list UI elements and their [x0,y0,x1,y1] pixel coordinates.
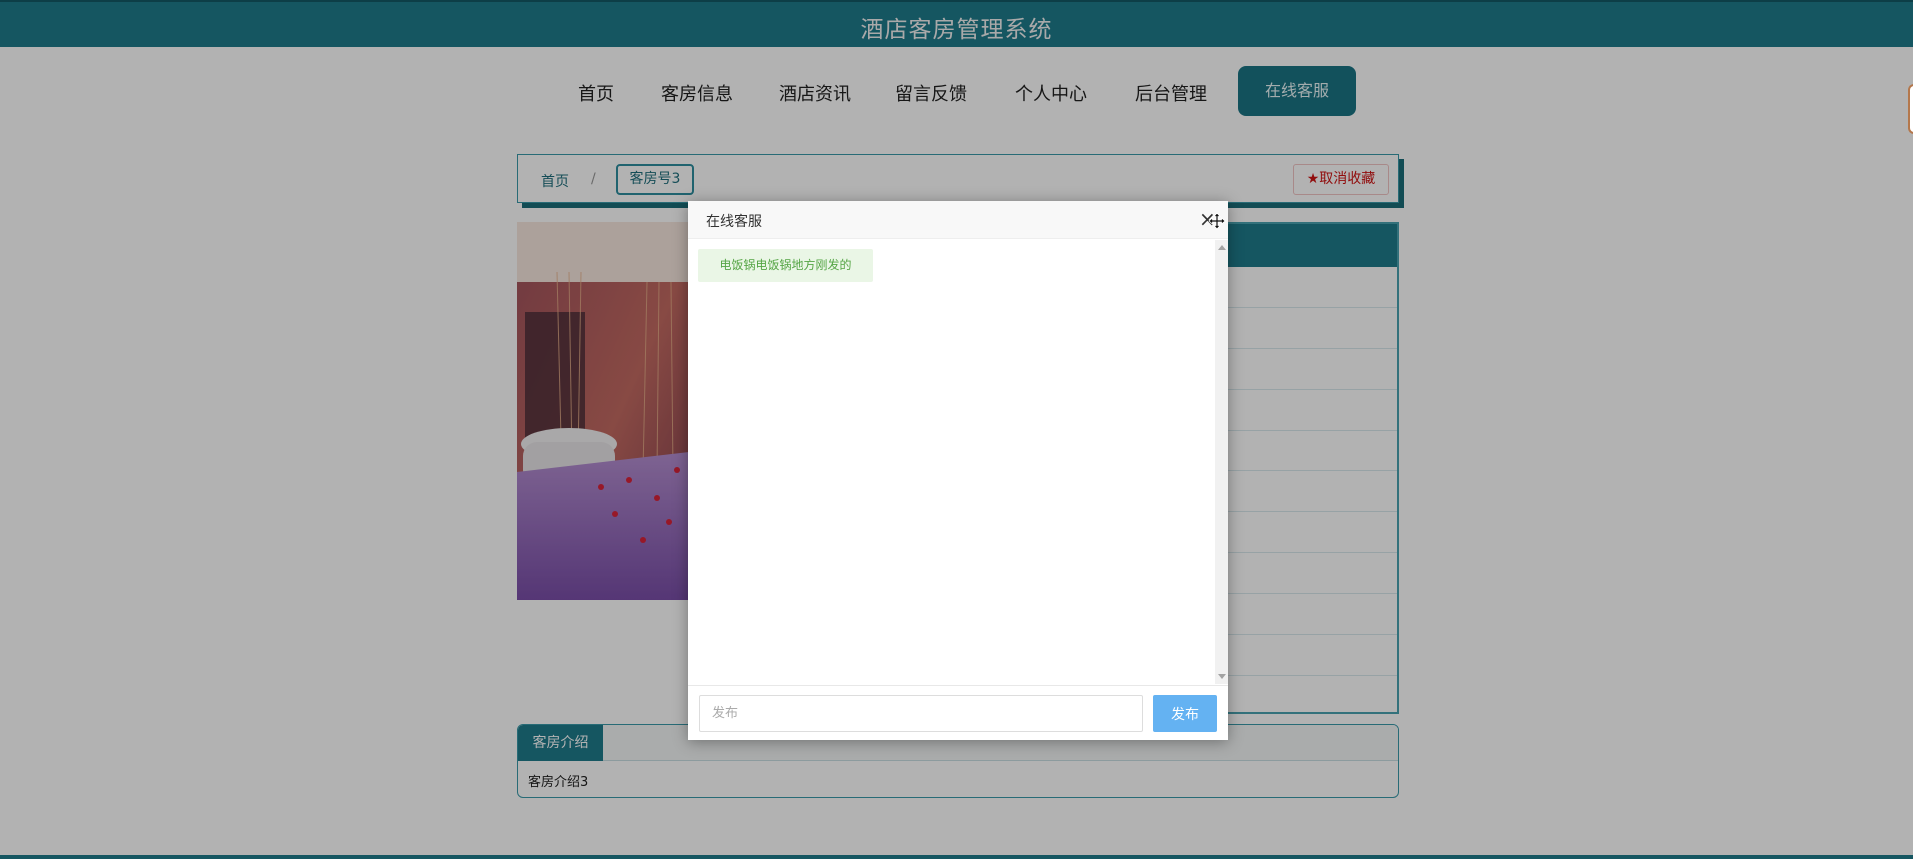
send-button[interactable]: 发布 [1153,695,1217,732]
chat-message: 电饭锅电饭锅地方刚发的 [698,249,873,282]
scroll-up-arrow-icon[interactable] [1218,245,1226,250]
chat-message-input[interactable] [699,695,1143,732]
chat-message-area[interactable]: 电饭锅电饭锅地方刚发的 [688,240,1215,684]
move-cursor-icon [1208,212,1226,230]
online-service-dialog: 在线客服 × 电饭锅电饭锅地方刚发的 发布 [688,201,1228,740]
scroll-down-arrow-icon[interactable] [1218,674,1226,679]
side-float-tab[interactable] [1908,84,1913,134]
dialog-header[interactable]: 在线客服 × [688,201,1228,239]
chat-scrollbar[interactable] [1215,240,1228,684]
dialog-title: 在线客服 [706,214,762,230]
chat-footer: 发布 [688,685,1228,740]
